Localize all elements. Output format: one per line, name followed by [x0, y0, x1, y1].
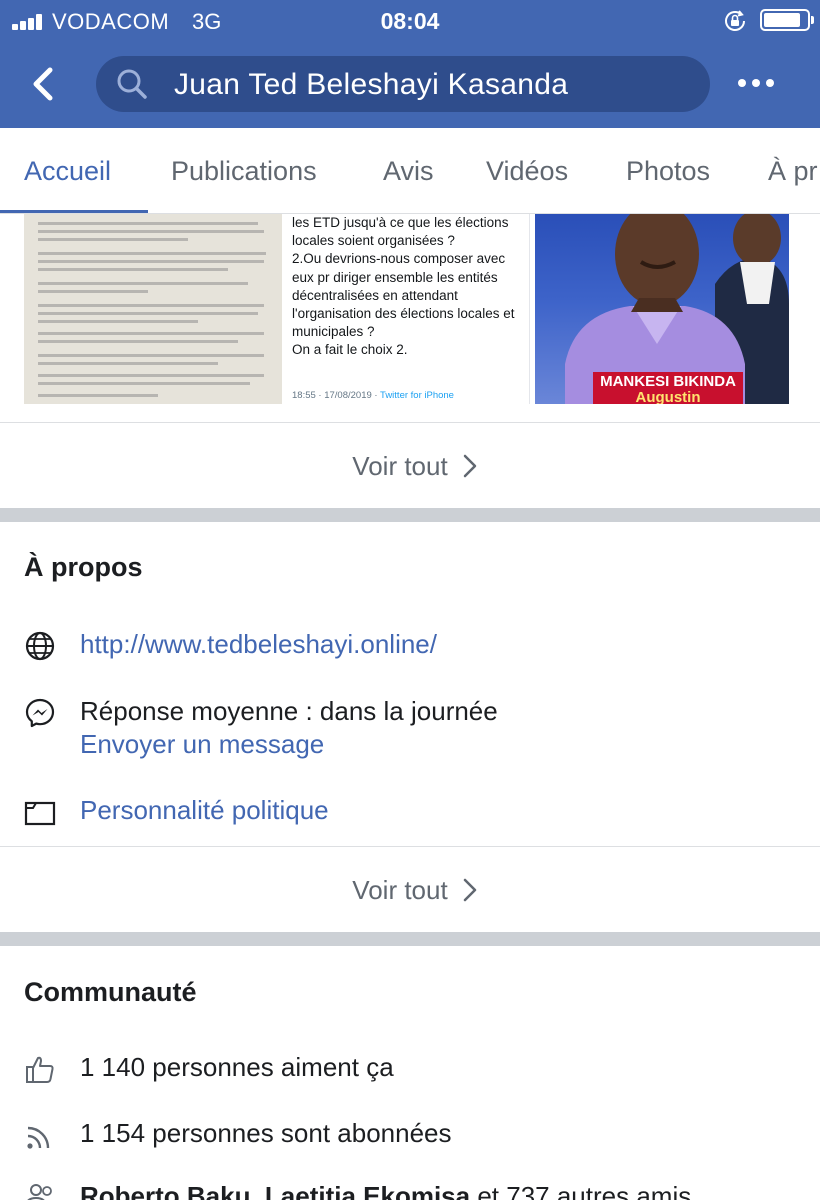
tab-avis[interactable]: Avis — [383, 156, 434, 187]
photo-document[interactable] — [24, 214, 282, 404]
more-options-button[interactable] — [734, 66, 778, 100]
messenger-icon — [25, 698, 55, 728]
tab-videos[interactable]: Vidéos — [486, 156, 568, 187]
category-link[interactable]: Personnalité politique — [80, 795, 329, 826]
status-bar: VODACOM 3G 08:04 — [0, 0, 820, 44]
search-query: Juan Ted Beleshayi Kasanda — [174, 68, 569, 101]
friends-names[interactable]: Roberto Baku, Laetitia Ekomisa — [80, 1181, 470, 1200]
see-all-label: Voir tout — [352, 451, 448, 481]
photos-see-all-button[interactable]: Voir tout — [0, 422, 820, 508]
community-title: Communauté — [24, 977, 197, 1007]
see-all-label: Voir tout — [352, 875, 448, 905]
app-header: VODACOM 3G 08:04 Juan Ted Beleshayi Kasa… — [0, 0, 820, 128]
section-divider — [0, 508, 820, 522]
chevron-right-icon — [463, 878, 477, 902]
page-tabs: Accueil Publications Avis Vidéos Photos … — [0, 128, 820, 214]
search-input[interactable]: Juan Ted Beleshayi Kasanda — [96, 56, 710, 112]
response-time: Réponse moyenne : dans la journée — [80, 696, 498, 726]
about-title: À propos — [24, 552, 143, 582]
photo-tweet[interactable]: les ETD jusqu'à ce que les élections loc… — [282, 214, 530, 404]
back-button[interactable] — [22, 62, 66, 106]
category-icon — [24, 801, 56, 826]
likes-count: 1 140 personnes aiment ça — [80, 1052, 394, 1082]
website-link[interactable]: http://www.tedbeleshayi.online/ — [80, 629, 437, 660]
about-see-all-button[interactable]: Voir tout — [0, 846, 820, 932]
rotation-lock-icon — [725, 10, 745, 31]
chevron-right-icon — [463, 454, 477, 478]
photos-strip: les ETD jusqu'à ce que les élections loc… — [0, 214, 820, 406]
tab-more[interactable]: À pr — [768, 156, 818, 187]
friends-who-like: Roberto Baku, Laetitia Ekomisa et 737 au… — [80, 1181, 691, 1200]
tweet-text: les ETD jusqu'à ce que les élections loc… — [292, 215, 515, 358]
tweet-meta: 18:55 · 17/08/2019 · Twitter for iPhone — [292, 390, 454, 401]
chevron-left-icon — [33, 67, 53, 101]
tab-publications[interactable]: Publications — [171, 156, 317, 187]
section-divider — [0, 932, 820, 946]
followers-count: 1 154 personnes sont abonnées — [80, 1118, 452, 1148]
tab-accueil[interactable]: Accueil — [24, 156, 111, 187]
search-icon — [117, 69, 147, 99]
friends-rest: et 737 autres amis — [470, 1181, 692, 1200]
clock: 08:04 — [380, 8, 440, 34]
battery-icon — [760, 9, 814, 31]
thumbs-up-icon — [26, 1056, 54, 1083]
tab-photos[interactable]: Photos — [626, 156, 710, 187]
rss-icon — [27, 1126, 50, 1149]
photo-poster[interactable]: MANKESI BIKINDA Augustin — [535, 214, 789, 404]
globe-icon — [25, 631, 55, 661]
friends-icon — [27, 1184, 52, 1200]
send-message-link[interactable]: Envoyer un message — [80, 729, 324, 760]
poster-banner: MANKESI BIKINDA Augustin — [593, 372, 743, 404]
